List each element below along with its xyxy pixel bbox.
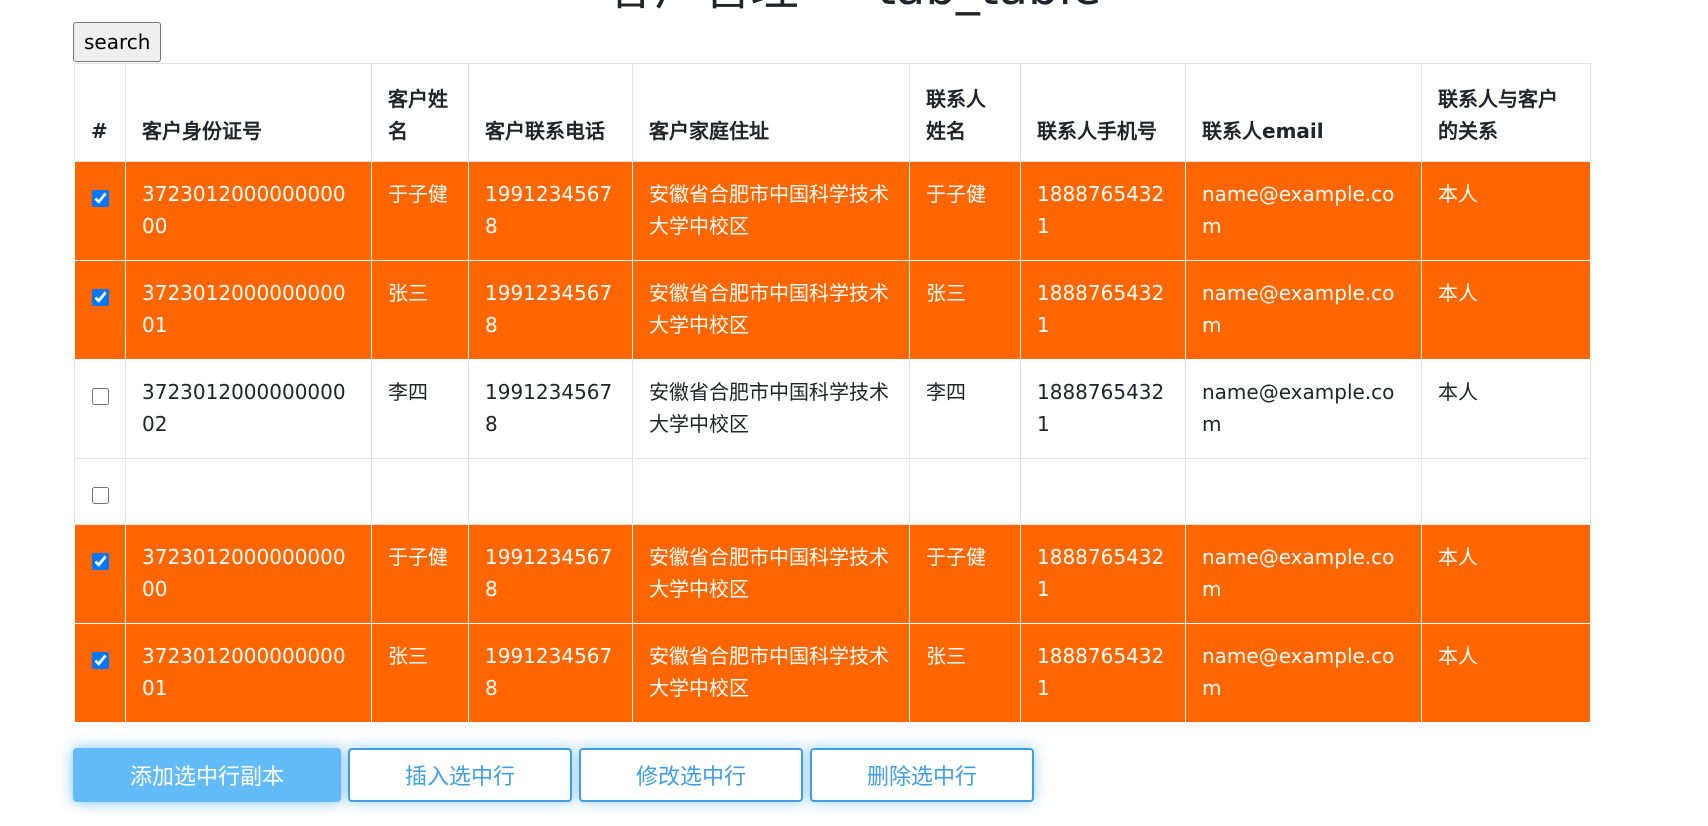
cell-relation: 本人 [1421, 161, 1591, 261]
customer-table: # 客户身份证号 客户姓名 客户联系电话 客户家庭住址 联系人姓名 联系人手机号… [74, 63, 1591, 723]
column-header-phone: 客户联系电话 [468, 63, 633, 162]
cell-id-card: 372301200000000002 [125, 359, 372, 459]
cell-contact-email: name@example.com [1185, 524, 1422, 624]
cell-relation: 本人 [1421, 260, 1591, 360]
cell-id-card: 372301200000000000 [125, 524, 372, 624]
column-header-name: 客户姓名 [371, 63, 469, 162]
table-row[interactable]: 372301200000000000 于子健 19912345678 安徽省合肥市中国… [74, 161, 1591, 261]
cell-address [632, 458, 910, 525]
cell-address: 安徽省合肥市中国科学技术大学中校区 [632, 623, 910, 723]
cell-checkbox [74, 161, 126, 261]
add-copy-button[interactable]: 添加选中行副本 [73, 748, 341, 802]
table-row[interactable]: 372301200000000002 李四 19912345678 安徽省合肥市中国科… [74, 359, 1591, 459]
table-header-row: # 客户身份证号 客户姓名 客户联系电话 客户家庭住址 联系人姓名 联系人手机号… [74, 63, 1591, 162]
column-header-address: 客户家庭住址 [632, 63, 910, 162]
cell-relation [1421, 458, 1591, 525]
cell-address: 安徽省合肥市中国科学技术大学中校区 [632, 524, 910, 624]
row-checkbox[interactable] [91, 487, 109, 504]
cell-relation: 本人 [1421, 359, 1591, 459]
cell-contact-phone: 18887654321 [1020, 623, 1186, 723]
cell-name: 张三 [371, 260, 469, 360]
cell-relation: 本人 [1421, 623, 1591, 723]
column-header-contact-phone: 联系人手机号 [1020, 63, 1186, 162]
cell-contact-phone: 18887654321 [1020, 260, 1186, 360]
cell-checkbox [74, 359, 126, 459]
cell-checkbox [74, 458, 126, 525]
cell-contact-phone: 18887654321 [1020, 359, 1186, 459]
cell-phone: 19912345678 [468, 161, 633, 261]
cell-phone [468, 458, 633, 525]
column-header-id-card: 客户身份证号 [125, 63, 372, 162]
row-checkbox[interactable] [91, 388, 109, 405]
cell-phone: 19912345678 [468, 260, 633, 360]
cell-contact-email: name@example.com [1185, 623, 1422, 723]
delete-row-button[interactable]: 删除选中行 [810, 748, 1034, 802]
column-header-relation: 联系人与客户的关系 [1421, 63, 1591, 162]
table-row[interactable] [74, 458, 1591, 525]
cell-id-card [125, 458, 372, 525]
table-body: 372301200000000000 于子健 19912345678 安徽省合肥市中国… [74, 161, 1591, 723]
column-header-contact-name: 联系人姓名 [909, 63, 1021, 162]
cell-address: 安徽省合肥市中国科学技术大学中校区 [632, 260, 910, 360]
cell-contact-name: 李四 [909, 359, 1021, 459]
cell-id-card: 372301200000000001 [125, 623, 372, 723]
cell-contact-name: 张三 [909, 260, 1021, 360]
cell-name: 张三 [371, 623, 469, 723]
cell-id-card: 372301200000000000 [125, 161, 372, 261]
column-header-index: # [74, 63, 126, 162]
cell-address: 安徽省合肥市中国科学技术大学中校区 [632, 161, 910, 261]
cell-contact-name: 张三 [909, 623, 1021, 723]
page-title: 客户管理 — tab_table [0, 0, 1708, 16]
table-row[interactable]: 372301200000000001 张三 19912345678 安徽省合肥市中国科… [74, 623, 1591, 723]
cell-contact-email: name@example.com [1185, 260, 1422, 360]
row-checkbox[interactable] [91, 289, 109, 306]
row-checkbox[interactable] [91, 190, 109, 207]
cell-contact-email: name@example.com [1185, 161, 1422, 261]
cell-name: 于子健 [371, 524, 469, 624]
modify-row-button[interactable]: 修改选中行 [579, 748, 803, 802]
cell-contact-email: name@example.com [1185, 359, 1422, 459]
cell-address: 安徽省合肥市中国科学技术大学中校区 [632, 359, 910, 459]
row-checkbox[interactable] [91, 652, 109, 669]
cell-checkbox [74, 623, 126, 723]
cell-phone: 19912345678 [468, 623, 633, 723]
cell-name: 于子健 [371, 161, 469, 261]
action-bar: 添加选中行副本 插入选中行 修改选中行 删除选中行 [73, 748, 1034, 802]
row-checkbox[interactable] [91, 553, 109, 570]
cell-relation: 本人 [1421, 524, 1591, 624]
search-button[interactable]: search [73, 22, 162, 62]
cell-contact-email [1185, 458, 1422, 525]
cell-checkbox [74, 524, 126, 624]
cell-checkbox [74, 260, 126, 360]
cell-contact-phone: 18887654321 [1020, 161, 1186, 261]
cell-id-card: 372301200000000001 [125, 260, 372, 360]
table-row[interactable]: 372301200000000001 张三 19912345678 安徽省合肥市中国科… [74, 260, 1591, 360]
page: 客户管理 — tab_table search # 客户身份证号 客户姓名 客户… [0, 0, 1708, 826]
cell-contact-phone: 18887654321 [1020, 524, 1186, 624]
cell-name: 李四 [371, 359, 469, 459]
column-header-contact-email: 联系人email [1185, 63, 1422, 162]
cell-contact-name: 于子健 [909, 524, 1021, 624]
cell-contact-name: 于子健 [909, 161, 1021, 261]
insert-row-button[interactable]: 插入选中行 [348, 748, 572, 802]
cell-phone: 19912345678 [468, 524, 633, 624]
cell-name [371, 458, 469, 525]
cell-phone: 19912345678 [468, 359, 633, 459]
cell-contact-phone [1020, 458, 1186, 525]
cell-contact-name [909, 458, 1021, 525]
table-row[interactable]: 372301200000000000 于子健 19912345678 安徽省合肥市中国… [74, 524, 1591, 624]
